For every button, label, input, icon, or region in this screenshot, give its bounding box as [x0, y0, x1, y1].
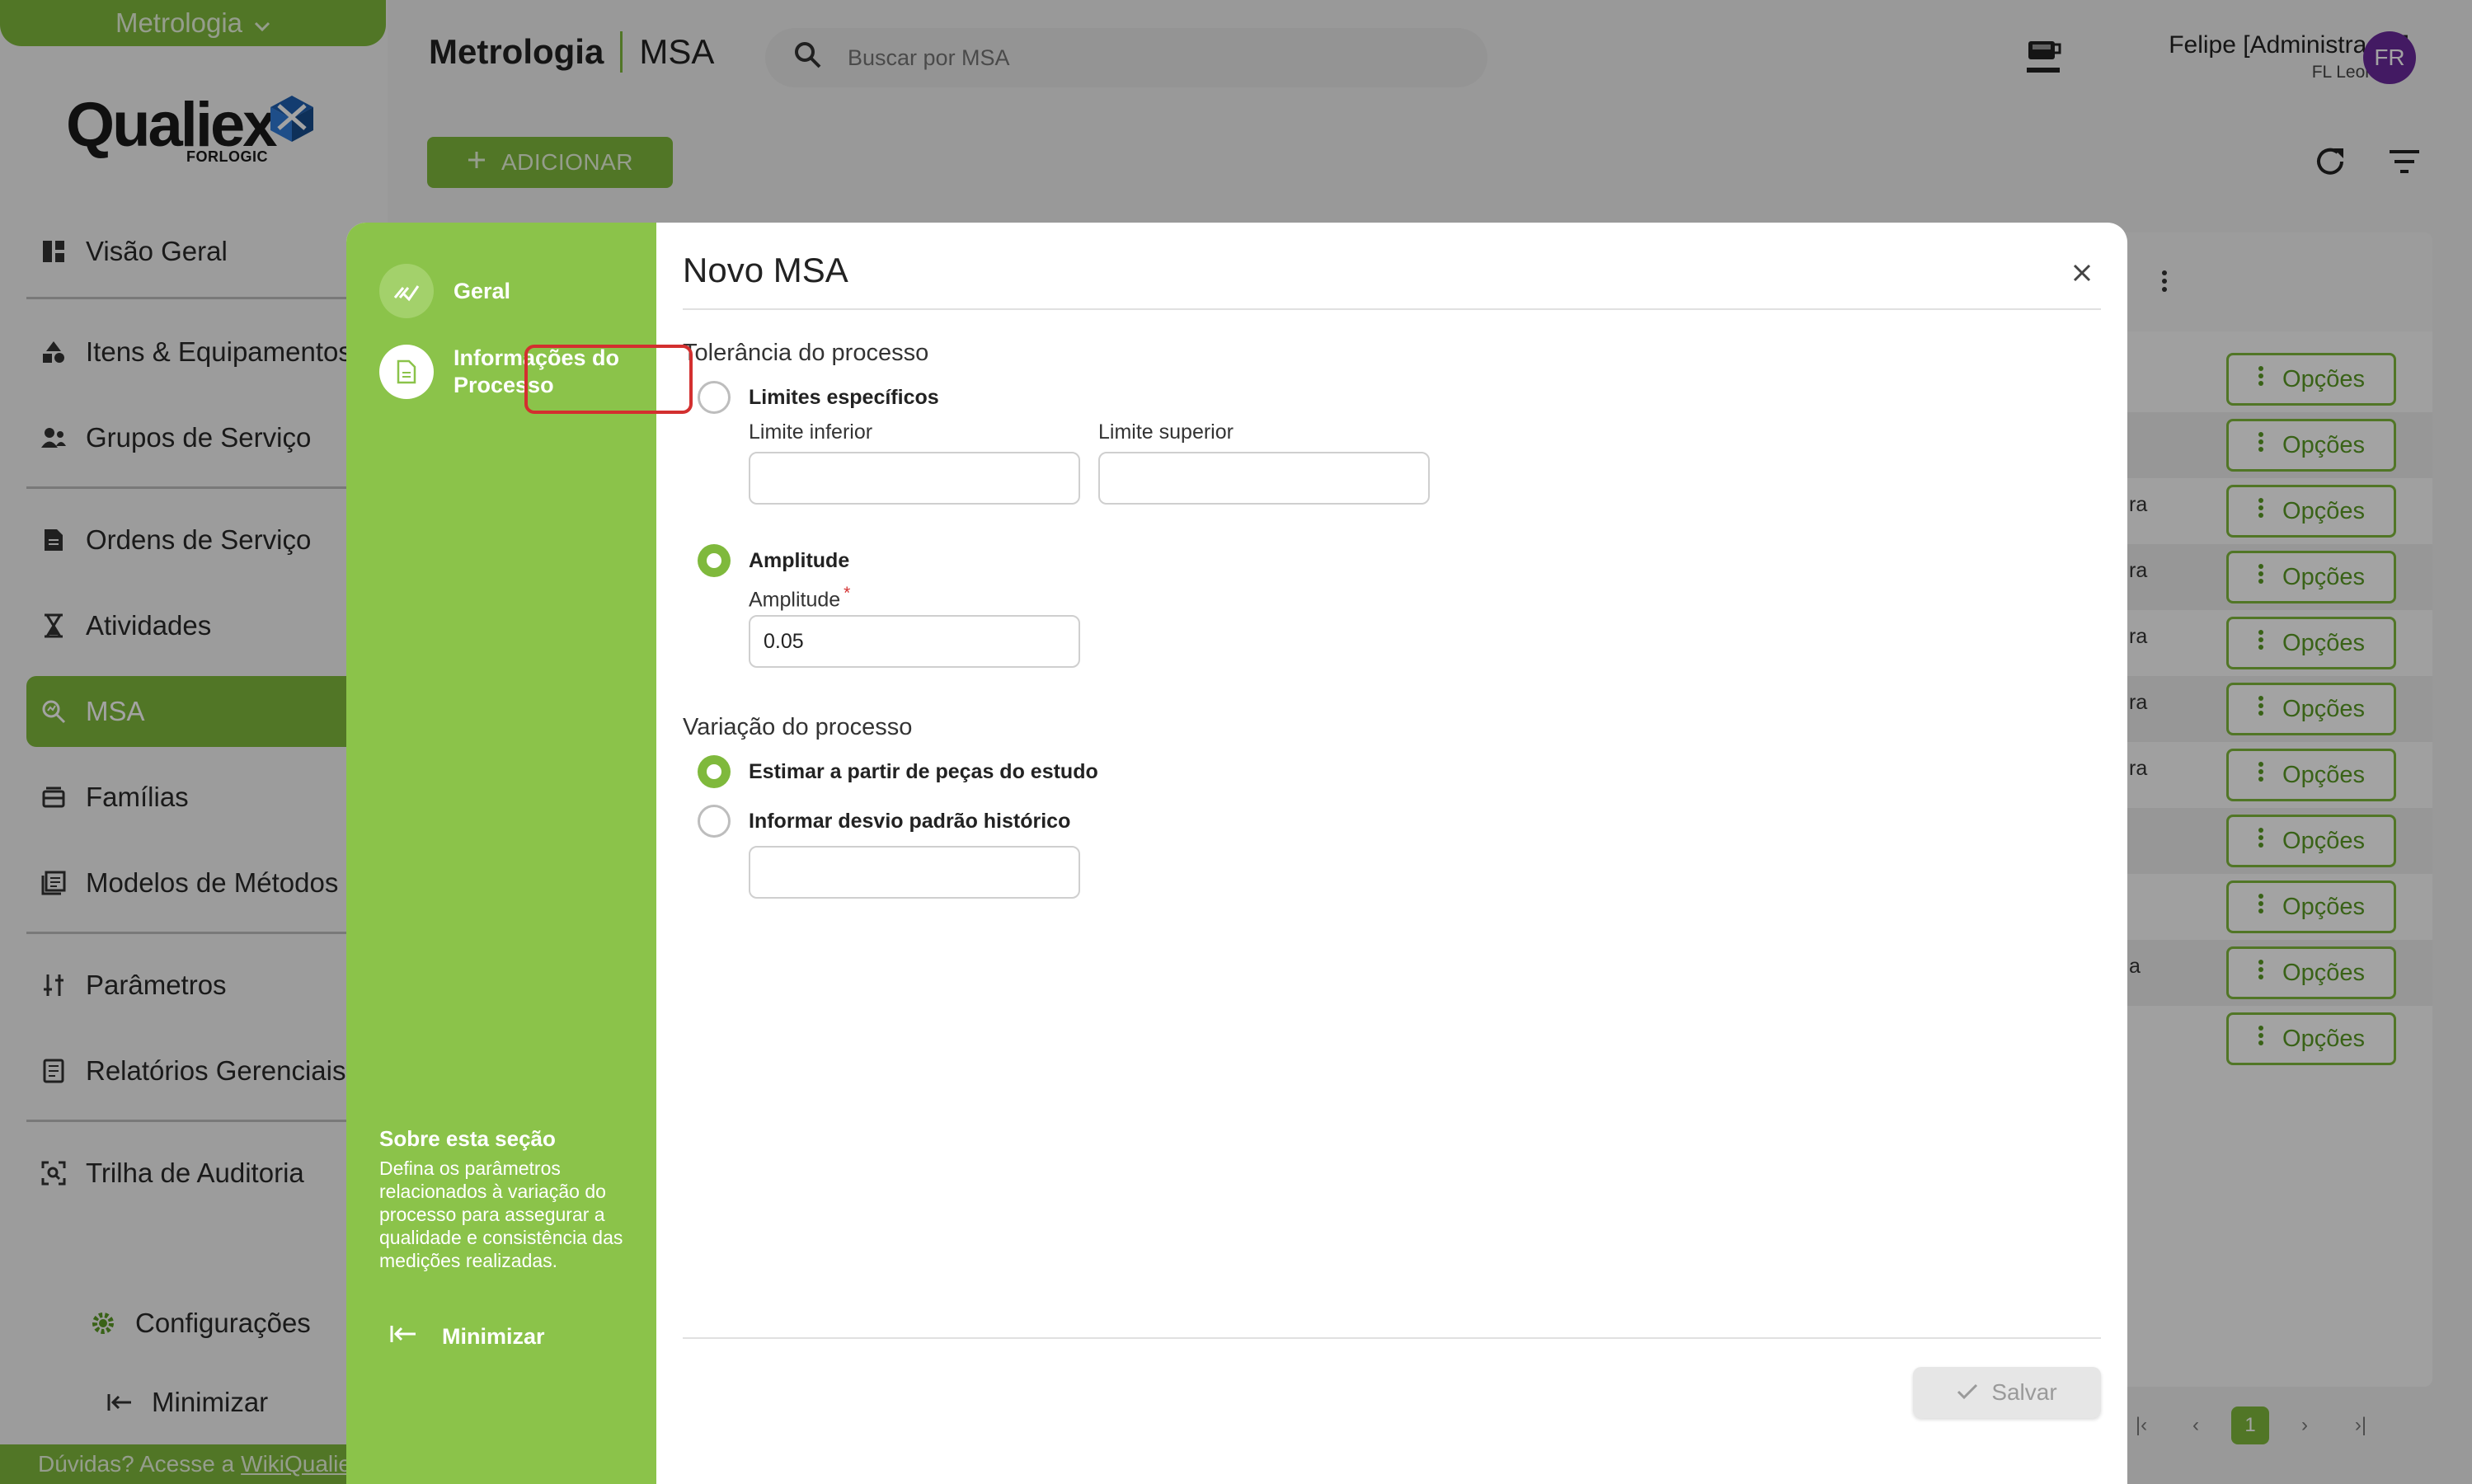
section-info-title: Sobre esta seção: [379, 1126, 556, 1151]
dialog-title: Novo MSA: [683, 251, 848, 289]
close-button[interactable]: [2063, 256, 2101, 294]
wizard-minimize-button[interactable]: Minimizar: [389, 1324, 545, 1350]
collapse-left-icon: [389, 1324, 417, 1350]
check-icon: [1957, 1379, 1978, 1406]
radio-label: Limites específicos: [749, 386, 939, 409]
highlight-annotation: [524, 345, 693, 414]
amplitude-input[interactable]: [749, 615, 1080, 668]
step-document-icon: [379, 345, 434, 399]
upper-limit-input[interactable]: [1098, 452, 1430, 505]
variation-section-title: Variação do processo: [683, 714, 913, 740]
radio-label: Amplitude: [749, 549, 850, 572]
field-label: Limite superior: [1098, 420, 1234, 444]
required-mark: *: [844, 584, 851, 603]
historic-std-input[interactable]: [749, 846, 1080, 899]
title-divider: [683, 308, 2101, 310]
section-info-text: Defina os parâmetros relacionados à vari…: [379, 1158, 623, 1271]
radio-label: Estimar a partir de peças do estudo: [749, 760, 1098, 783]
save-button[interactable]: Salvar: [1913, 1367, 2101, 1418]
radio-amplitude[interactable]: [698, 544, 731, 577]
radio-label: Informar desvio padrão histórico: [749, 810, 1071, 833]
step-done-icon: [379, 264, 434, 318]
lower-limit-input[interactable]: [749, 452, 1080, 505]
close-icon: [2072, 263, 2092, 287]
footer-divider: [683, 1337, 2101, 1339]
section-info: Sobre esta seção Defina os parâmetros re…: [379, 1126, 627, 1272]
radio-desvio-historico[interactable]: [698, 805, 731, 838]
step-geral[interactable]: Geral: [379, 264, 510, 318]
radio-limites-especificos[interactable]: [698, 381, 731, 414]
field-label: Limite inferior: [749, 420, 873, 444]
tolerance-section-title: Tolerância do processo: [683, 340, 929, 366]
step-label: Geral: [454, 279, 511, 303]
radio-estimar-pecas[interactable]: [698, 755, 731, 788]
field-label: Amplitude *: [749, 584, 851, 612]
